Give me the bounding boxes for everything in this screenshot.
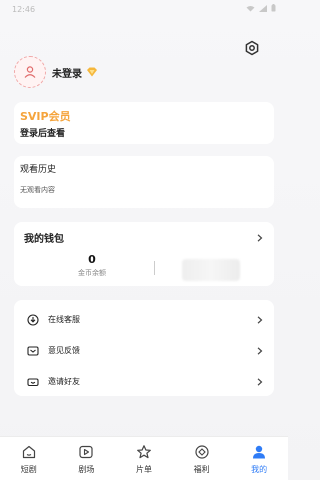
settings-button[interactable] xyxy=(242,38,262,58)
tab-label: 福利 xyxy=(193,464,210,474)
wallet-blurred-content xyxy=(182,259,240,281)
tab-label: 片单 xyxy=(135,464,152,474)
coin-value: 0 xyxy=(88,253,96,266)
profile-row[interactable]: 未登录 xyxy=(14,56,98,88)
home-icon xyxy=(20,443,38,461)
tab-mine[interactable]: 我的 xyxy=(231,443,287,475)
play-icon xyxy=(77,443,95,461)
star-icon xyxy=(135,443,153,461)
chevron-right-icon xyxy=(256,315,264,324)
user-avatar-icon xyxy=(23,65,37,79)
menu-item-invite[interactable]: 邀请好友 xyxy=(14,366,274,397)
tab-label: 我的 xyxy=(251,464,268,474)
status-bar: 12:46 xyxy=(0,0,288,18)
watch-history-empty: 无观看内容 xyxy=(20,186,55,194)
tab-label: 剧场 xyxy=(78,464,95,474)
chevron-right-icon xyxy=(256,377,264,386)
tab-welfare[interactable]: 福利 xyxy=(174,443,230,475)
wallet-body: 0 金币余额 xyxy=(24,253,264,283)
menu-label: 邀请好友 xyxy=(48,377,80,386)
wallet-header[interactable]: 我的钱包 xyxy=(24,230,264,245)
wallet-card[interactable]: 我的钱包 0 金币余额 xyxy=(14,222,274,286)
signal-icon xyxy=(259,4,267,14)
menu-item-feedback[interactable]: 意见反馈 xyxy=(14,335,274,366)
vip-diamond-icon xyxy=(86,66,98,78)
status-time: 12:46 xyxy=(12,4,36,14)
wifi-icon xyxy=(246,5,255,14)
tab-theater[interactable]: 剧场 xyxy=(58,443,114,475)
download-circle-icon xyxy=(26,313,40,327)
menu-label: 意见反馈 xyxy=(48,346,80,355)
feedback-icon xyxy=(26,344,40,358)
menu-card: 在线客服 意见反馈 邀请好友 xyxy=(14,300,274,396)
status-icons xyxy=(246,4,276,14)
login-status-label[interactable]: 未登录 xyxy=(52,65,82,80)
battery-icon xyxy=(271,4,276,14)
coin-balance[interactable]: 0 金币余额 xyxy=(72,253,112,278)
menu-label: 在线客服 xyxy=(48,315,80,324)
chevron-right-icon xyxy=(256,233,264,242)
svip-title: SVIP会员 xyxy=(20,110,71,123)
wallet-title: 我的钱包 xyxy=(24,234,64,245)
wallet-divider xyxy=(154,261,155,275)
user-icon xyxy=(250,443,268,461)
bottom-tab-bar: 短剧 剧场 片单 福利 我的 xyxy=(0,436,288,480)
watch-history-card[interactable]: 观看历史 无观看内容 xyxy=(14,156,274,208)
watch-history-title: 观看历史 xyxy=(20,165,57,175)
tab-label: 短剧 xyxy=(20,464,37,474)
svip-subtitle: 登录后查看 xyxy=(20,129,66,139)
menu-item-customer-service[interactable]: 在线客服 xyxy=(14,304,274,335)
chevron-right-icon xyxy=(256,346,264,355)
gear-icon xyxy=(244,40,260,56)
coin-label: 金币余额 xyxy=(78,269,106,277)
tab-short-drama[interactable]: 短剧 xyxy=(1,443,57,475)
svip-card[interactable]: SVIP会员 登录后查看 xyxy=(14,102,274,144)
tab-playlist[interactable]: 片单 xyxy=(116,443,172,475)
invite-icon xyxy=(26,375,40,389)
gift-diamond-icon xyxy=(193,443,211,461)
avatar[interactable] xyxy=(14,56,46,88)
